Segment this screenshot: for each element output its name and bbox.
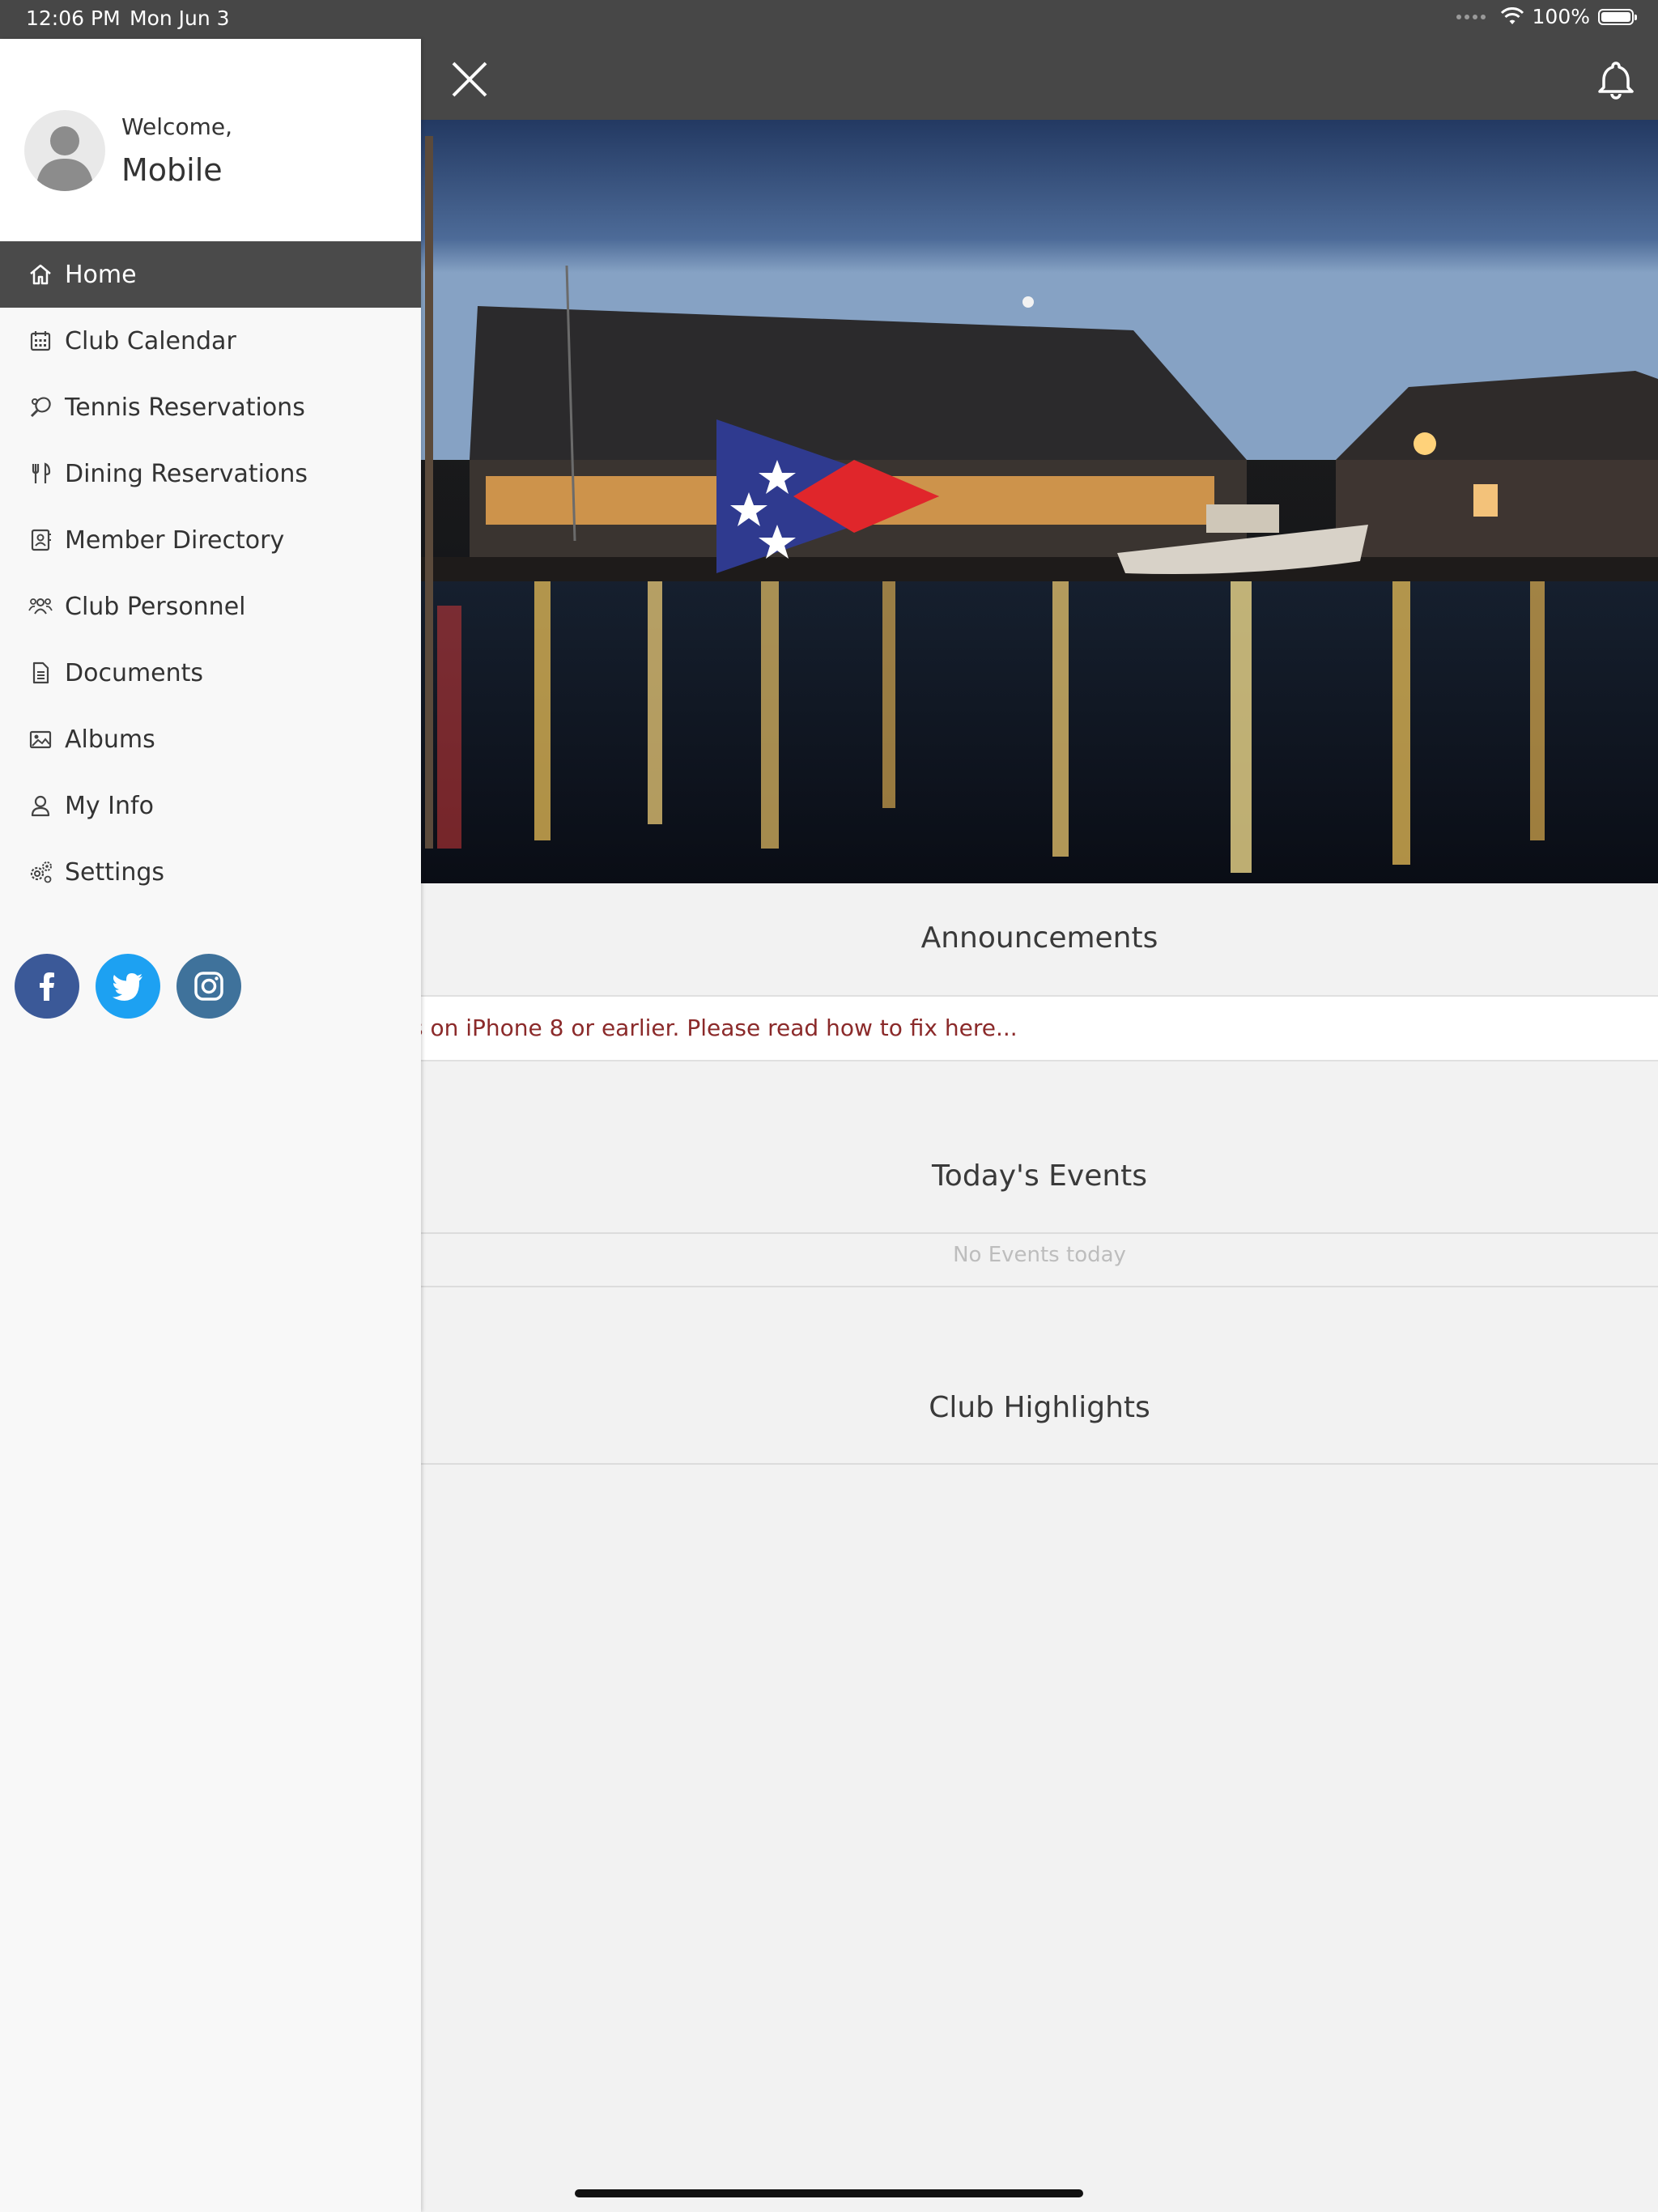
status-time: 12:06 PM [26, 6, 121, 30]
instagram-button[interactable] [176, 954, 241, 1019]
announcements-title: Announcements [920, 921, 1158, 955]
sidebar-item-label: Home [65, 260, 137, 289]
sidebar-item-my-info[interactable]: My Info [0, 772, 421, 839]
sidebar-item-label: Settings [65, 857, 165, 887]
harbor-illustration [421, 120, 1658, 883]
wifi-icon [1500, 6, 1524, 24]
battery-percent: 100% [1532, 5, 1590, 28]
sidebar-item-label: Albums [65, 725, 155, 754]
sidebar-item-club-calendar[interactable]: Club Calendar [0, 308, 421, 374]
username: Mobile [121, 152, 223, 188]
twitter-icon [113, 973, 142, 1001]
user-silhouette-icon [36, 126, 94, 191]
events-title: Today's Events [931, 1159, 1148, 1193]
divider [421, 1232, 1658, 1234]
battery-icon [1598, 8, 1637, 25]
home-indicator[interactable] [575, 2189, 1083, 2197]
facebook-icon [40, 972, 54, 1001]
sidebar-item-label: Documents [65, 658, 204, 687]
social-links [15, 954, 241, 1019]
status-date: Mon Jun 3 [130, 6, 230, 30]
twitter-button[interactable] [96, 954, 160, 1019]
no-events-text: No Events today [953, 1243, 1126, 1267]
sidebar-item-label: My Info [65, 791, 154, 820]
app-header [421, 39, 1658, 120]
sidebar-item-club-personnel[interactable]: Club Personnel [0, 573, 421, 640]
sidebar-item-label: Club Calendar [65, 326, 236, 355]
sidebar-item-label: Dining Reservations [65, 459, 308, 488]
announcement-text[interactable]: s on iPhone 8 or earlier. Please read ho… [421, 1015, 1018, 1041]
notifications-button[interactable] [1593, 57, 1639, 102]
nav-menu: Home Club Calendar Tennis Reservations D… [0, 241, 421, 905]
bell-icon [1598, 62, 1634, 100]
sidebar-item-dining-reservations[interactable]: Dining Reservations [0, 440, 421, 507]
image-icon [26, 725, 55, 754]
hero-image [421, 120, 1658, 883]
signal-dots-icon [1456, 14, 1486, 19]
users-icon [26, 592, 55, 621]
sidebar-item-settings[interactable]: Settings [0, 839, 421, 905]
status-bar: 12:06 PM Mon Jun 3 100% [0, 0, 1658, 39]
document-icon [26, 658, 55, 687]
user-icon [26, 791, 55, 820]
welcome-label: Welcome, [121, 113, 232, 140]
address-book-icon [26, 525, 55, 555]
highlights-title: Club Highlights [929, 1391, 1150, 1424]
sidebar-item-albums[interactable]: Albums [0, 706, 421, 772]
sidebar-item-label: Tennis Reservations [65, 393, 305, 422]
sidebar-item-label: Member Directory [65, 525, 285, 555]
status-right: 100% [1456, 5, 1637, 28]
sidebar-item-member-directory[interactable]: Member Directory [0, 507, 421, 573]
home-icon [26, 260, 55, 289]
profile-header: Welcome, Mobile [0, 39, 421, 241]
facebook-button[interactable] [15, 954, 79, 1019]
tennis-racket-icon [26, 393, 55, 422]
avatar[interactable] [24, 110, 105, 191]
close-menu-button[interactable] [447, 57, 492, 102]
sidebar-item-label: Club Personnel [65, 592, 246, 621]
sidebar-item-tennis-reservations[interactable]: Tennis Reservations [0, 374, 421, 440]
sidebar-item-documents[interactable]: Documents [0, 640, 421, 706]
divider [421, 1463, 1658, 1465]
gears-icon [26, 857, 55, 887]
instagram-icon [194, 972, 223, 1001]
divider [421, 1286, 1658, 1287]
close-icon [452, 62, 487, 97]
announcement-item[interactable]: s on iPhone 8 or earlier. Please read ho… [421, 995, 1658, 1061]
utensils-icon [26, 459, 55, 488]
side-menu: Welcome, Mobile Home Club Calendar Tenni… [0, 39, 421, 2212]
sidebar-item-home[interactable]: Home [0, 241, 421, 308]
calendar-icon [26, 326, 55, 355]
